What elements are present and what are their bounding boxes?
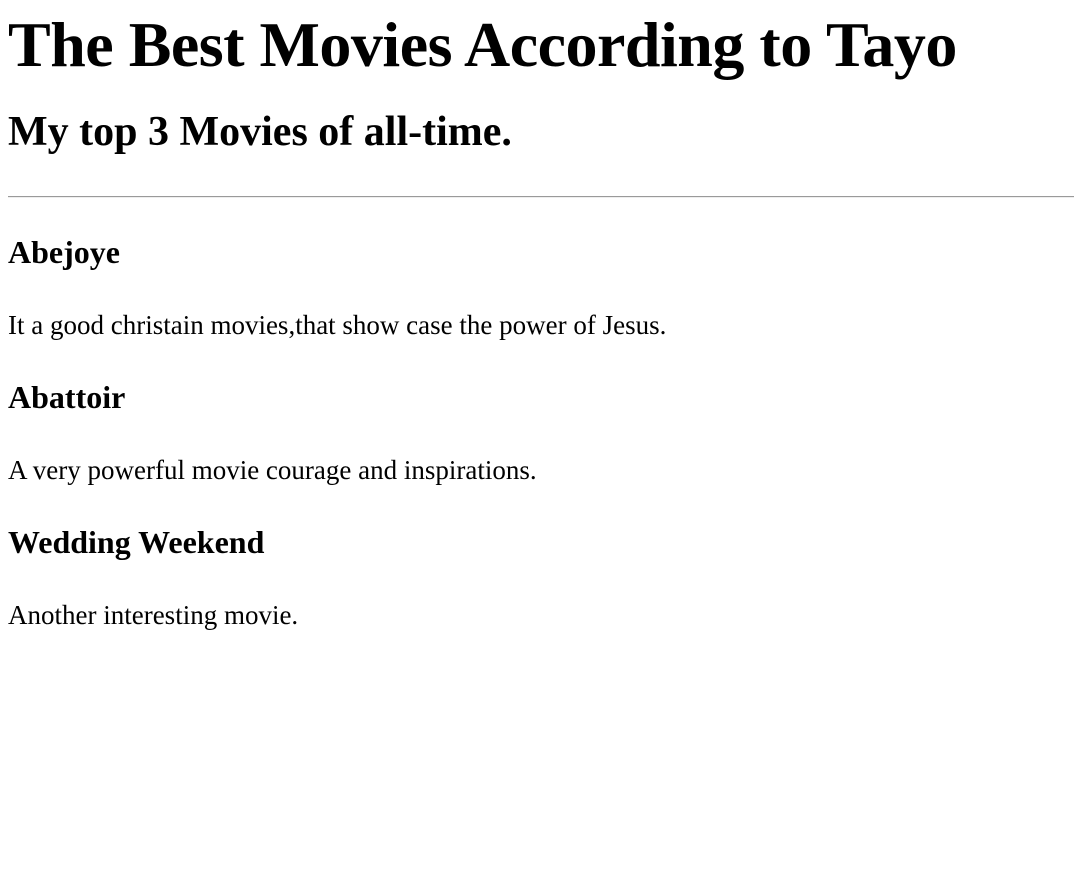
movie-list: Abejoye It a good christain movies,that … xyxy=(8,234,1074,632)
movie-title: Abejoye xyxy=(8,233,120,270)
movie-title: Abattoir xyxy=(8,379,126,416)
movie-item: Wedding Weekend Another interesting movi… xyxy=(8,524,1074,631)
page-content: The Best Movies According to Tayo My top… xyxy=(0,8,1082,631)
divider xyxy=(8,195,1074,198)
movie-description: It a good christain movies,that show cas… xyxy=(8,309,667,340)
movie-title: Wedding Weekend xyxy=(8,524,265,561)
movie-item: Abattoir A very powerful movie courage a… xyxy=(8,379,1074,486)
movie-description: A very powerful movie courage and inspir… xyxy=(8,454,537,485)
movie-item: Abejoye It a good christain movies,that … xyxy=(8,234,1074,341)
movie-description: Another interesting movie. xyxy=(8,600,299,631)
page-subtitle: My top 3 Movies of all-time. xyxy=(8,108,512,155)
page-title: The Best Movies According to Tayo xyxy=(8,9,957,80)
